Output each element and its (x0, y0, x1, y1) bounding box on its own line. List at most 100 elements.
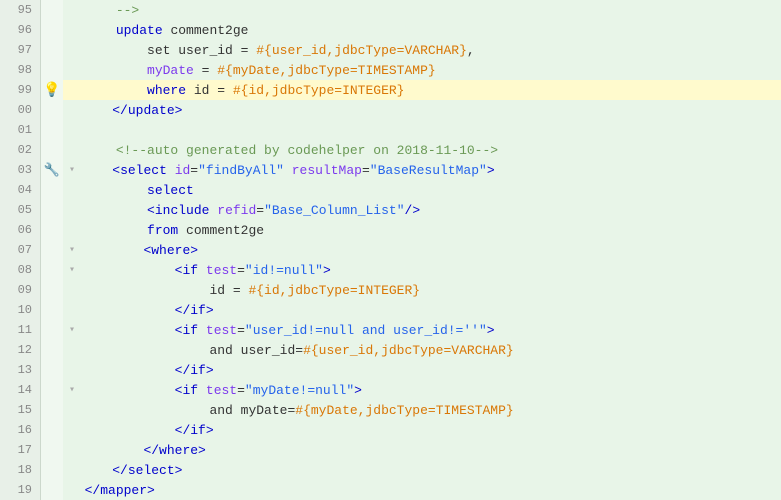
token: <where> (143, 243, 198, 258)
fold-empty (69, 143, 85, 158)
fold-close-icon[interactable] (69, 445, 81, 456)
code-line: <!--auto generated by codehelper on 2018… (63, 140, 781, 160)
token: select (120, 163, 167, 178)
token (81, 243, 143, 258)
token: --> (116, 3, 139, 18)
token: test (206, 263, 237, 278)
token: > (487, 323, 495, 338)
token: comment2ge (178, 223, 264, 238)
icon-cell-empty (41, 240, 63, 260)
line-number: 02 (0, 140, 40, 160)
code-line: myDate = #{myDate,jdbcType=TIMESTAMP} (63, 60, 781, 80)
code-line: and user_id=#{user_id,jdbcType=VARCHAR} (63, 340, 781, 360)
line-number: 17 (0, 440, 40, 460)
token: = (237, 323, 245, 338)
fold-open-icon[interactable]: ▾ (69, 244, 81, 256)
fold-close-icon[interactable] (69, 465, 81, 476)
line-number: 96 (0, 20, 40, 40)
line-number: 13 (0, 360, 40, 380)
code-line: </mapper> (63, 480, 781, 500)
code-line: ▾ <select id="findByAll" resultMap="Base… (63, 160, 781, 180)
line-number: 95 (0, 0, 40, 20)
token: test (206, 383, 237, 398)
icon-cell-empty (41, 100, 63, 120)
fold-open-icon[interactable]: ▾ (69, 264, 81, 276)
token: #{id,jdbcType=INTEGER} (233, 83, 405, 98)
code-line: ▾ <where> (63, 240, 781, 260)
token (81, 443, 143, 458)
line-number: 18 (0, 460, 40, 480)
token (85, 343, 210, 358)
code-area[interactable]: --> update comment2ge set user_id = #{us… (63, 0, 781, 500)
icon-cell-empty (41, 120, 63, 140)
token (85, 283, 210, 298)
fold-empty (69, 343, 85, 358)
fold-close-icon[interactable] (69, 305, 81, 316)
fold-open-icon[interactable]: ▾ (69, 164, 81, 176)
bulb-icon[interactable]: 💡 (43, 82, 60, 99)
token (85, 23, 116, 38)
code-line: select (63, 180, 781, 200)
code-line: ▾ <if test="user_id!=null and user_id!='… (63, 320, 781, 340)
icon-cell-empty (41, 60, 63, 80)
icon-cell-empty (41, 20, 63, 40)
line-number: 16 (0, 420, 40, 440)
icon-cell-empty (41, 180, 63, 200)
token: select (147, 183, 194, 198)
code-line: </if> (63, 300, 781, 320)
line-number: 12 (0, 340, 40, 360)
fold-empty (69, 283, 85, 298)
icon-cell-empty (41, 300, 63, 320)
token: "findByAll" (198, 163, 284, 178)
line-number: 08 (0, 260, 40, 280)
token: #{user_id,jdbcType=VARCHAR} (303, 343, 514, 358)
token: > (487, 163, 495, 178)
token: set user_id = (147, 43, 256, 58)
token: /> (405, 203, 421, 218)
token (198, 383, 206, 398)
token (85, 403, 210, 418)
token (81, 383, 175, 398)
token (81, 263, 175, 278)
fold-empty (69, 183, 85, 198)
token: > (354, 383, 362, 398)
code-line: --> (63, 0, 781, 20)
code-line: update comment2ge (63, 20, 781, 40)
token: if (182, 323, 198, 338)
icon-cell-empty (41, 460, 63, 480)
bulb-icon: 💡 (41, 80, 63, 100)
token (85, 143, 116, 158)
code-line: ▾ <if test="id!=null"> (63, 260, 781, 280)
token: = (237, 263, 245, 278)
line-number: 09 (0, 280, 40, 300)
code-line: set user_id = #{user_id,jdbcType=VARCHAR… (63, 40, 781, 60)
plugin-icon[interactable]: 🔧 (44, 163, 60, 178)
code-line: and myDate=#{myDate,jdbcType=TIMESTAMP} (63, 400, 781, 420)
token (81, 323, 175, 338)
fold-close-icon[interactable] (69, 105, 81, 116)
token (85, 223, 147, 238)
icon-cell-empty (41, 40, 63, 60)
token: myDate (147, 63, 194, 78)
token (85, 63, 147, 78)
token: id = (209, 283, 248, 298)
line-number: 15 (0, 400, 40, 420)
token: < (147, 203, 155, 218)
token: < (175, 383, 183, 398)
token: <!--auto generated by codehelper on 2018… (116, 143, 498, 158)
fold-open-icon[interactable]: ▾ (69, 384, 81, 396)
icon-cell-empty (41, 220, 63, 240)
code-line: </where> (63, 440, 781, 460)
fold-open-icon[interactable]: ▾ (69, 324, 81, 336)
fold-close-icon[interactable] (69, 425, 81, 436)
token: < (112, 163, 120, 178)
code-line: from comment2ge (63, 220, 781, 240)
fold-empty (69, 403, 85, 418)
fold-close-icon[interactable] (69, 365, 81, 376)
icon-cell-empty (41, 480, 63, 500)
token: < (175, 263, 183, 278)
line-number: 04 (0, 180, 40, 200)
code-line: </update> (63, 100, 781, 120)
token: </if> (175, 303, 214, 318)
line-number: 98 (0, 60, 40, 80)
